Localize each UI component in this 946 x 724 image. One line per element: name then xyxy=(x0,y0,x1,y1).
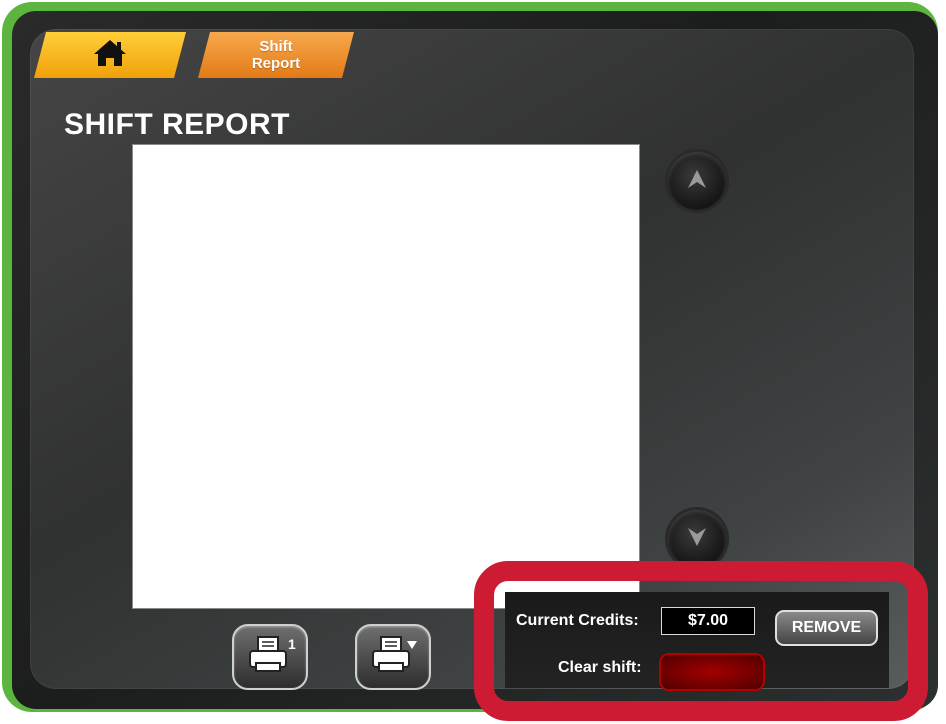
clear-shift-label: Clear shift: xyxy=(558,659,642,676)
printer-dropdown-icon xyxy=(367,633,419,682)
print-select-button[interactable] xyxy=(355,624,431,690)
tab-shift-report[interactable]: Shift Report xyxy=(198,32,354,78)
scroll-up-button[interactable] xyxy=(668,152,726,210)
home-icon xyxy=(92,38,128,72)
current-credits-value: $7.00 xyxy=(661,607,755,635)
scroll-down-button[interactable] xyxy=(668,510,726,568)
print-one-button[interactable]: 1 xyxy=(232,624,308,690)
report-display xyxy=(132,144,640,609)
tab-shift-report-label: Shift Report xyxy=(251,38,301,72)
svg-text:1: 1 xyxy=(288,636,296,652)
page-title: SHIFT REPORT xyxy=(64,108,291,141)
remove-button[interactable]: REMOVE xyxy=(775,610,878,646)
clear-shift-button[interactable] xyxy=(659,653,765,691)
arrow-up-icon xyxy=(686,168,708,195)
tab-home[interactable] xyxy=(34,32,186,78)
current-credits-label: Current Credits: xyxy=(516,612,639,629)
arrow-down-icon xyxy=(686,526,708,553)
printer-1-icon: 1 xyxy=(244,633,296,682)
